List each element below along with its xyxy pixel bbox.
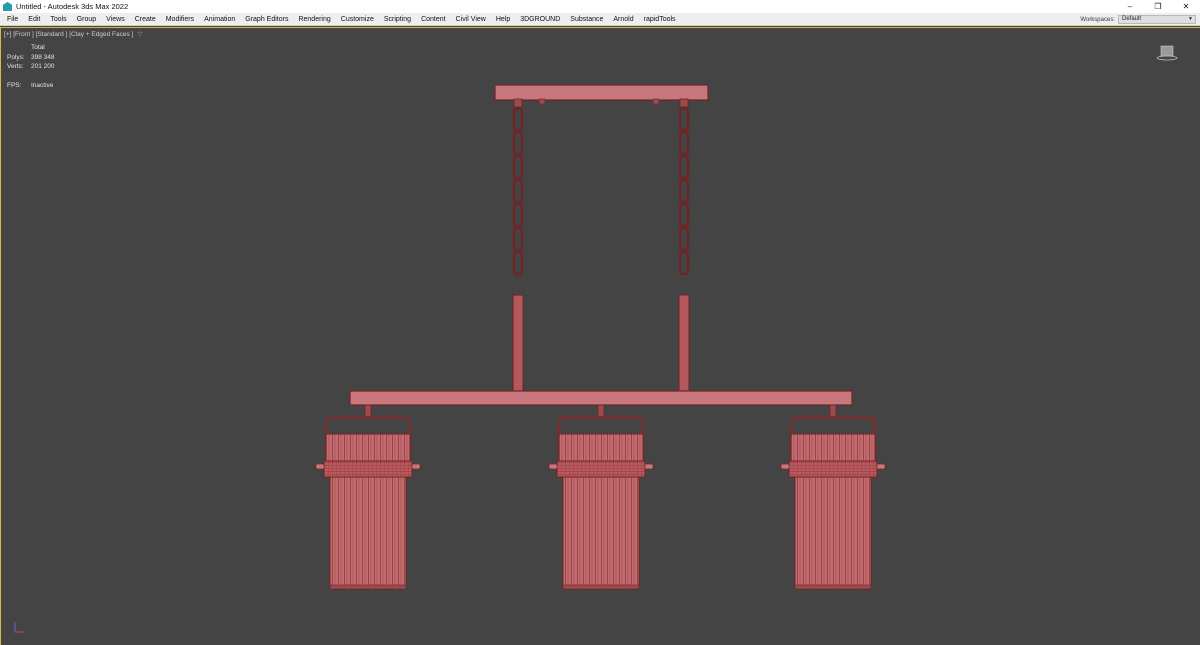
center-shade <box>547 415 655 591</box>
menu-item-graph-editors[interactable]: Graph Editors <box>240 13 293 26</box>
menu-item-tools[interactable]: Tools <box>45 13 71 26</box>
right-chain <box>678 98 690 392</box>
window-title: Untitled - Autodesk 3ds Max 2022 <box>16 2 129 11</box>
menu-item-customize[interactable]: Customize <box>336 13 379 26</box>
menu-item-edit[interactable]: Edit <box>23 13 45 26</box>
menu-item-file[interactable]: File <box>2 13 23 26</box>
menu-item-animation[interactable]: Animation <box>199 13 240 26</box>
chandelier-model[interactable] <box>1 28 1200 645</box>
workspaces-label: Workspaces: <box>1080 16 1115 23</box>
restore-button[interactable]: ❐ <box>1144 0 1172 13</box>
menu-item-views[interactable]: Views <box>101 13 130 26</box>
window-controls: – ❐ ✕ <box>1116 0 1200 13</box>
menu-item-modifiers[interactable]: Modifiers <box>161 13 199 26</box>
close-button[interactable]: ✕ <box>1172 0 1200 13</box>
title-bar: Untitled - Autodesk 3ds Max 2022 – ❐ ✕ <box>0 0 1200 13</box>
left-chain <box>512 98 524 392</box>
menu-item-group[interactable]: Group <box>72 13 101 26</box>
workspaces-selector: Workspaces: Default ▼ <box>1080 14 1196 25</box>
menu-item-help[interactable]: Help <box>491 13 515 26</box>
workspaces-dropdown[interactable]: Default ▼ <box>1118 15 1196 24</box>
menu-items: File Edit Tools Group Views Create Modifiers An… <box>0 13 681 26</box>
3dsmax-app-icon <box>3 2 12 11</box>
menu-item-rapidtools[interactable]: rapidTools <box>639 13 681 26</box>
horizontal-bar <box>349 390 853 406</box>
menu-item-scripting[interactable]: Scripting <box>379 13 416 26</box>
dropdown-arrow-icon: ▼ <box>1188 16 1193 22</box>
menu-item-rendering[interactable]: Rendering <box>293 13 335 26</box>
menu-bar: File Edit Tools Group Views Create Modifiers An… <box>0 13 1200 26</box>
front-viewport[interactable]: [+] [Front ] [Standard ] [Clay + Edged F… <box>0 27 1200 645</box>
menu-item-arnold[interactable]: Arnold <box>608 13 638 26</box>
menu-item-substance[interactable]: Substance <box>565 13 608 26</box>
menu-item-3dground[interactable]: 3DGROUND <box>515 13 565 26</box>
menu-item-civil-view[interactable]: Civil View <box>451 13 491 26</box>
menu-item-content[interactable]: Content <box>416 13 451 26</box>
left-shade <box>314 415 422 591</box>
minimize-button[interactable]: – <box>1116 0 1144 13</box>
ceiling-canopy <box>494 84 709 101</box>
workspaces-value: Default <box>1122 16 1142 22</box>
menu-item-create[interactable]: Create <box>130 13 161 26</box>
right-shade <box>779 415 887 591</box>
